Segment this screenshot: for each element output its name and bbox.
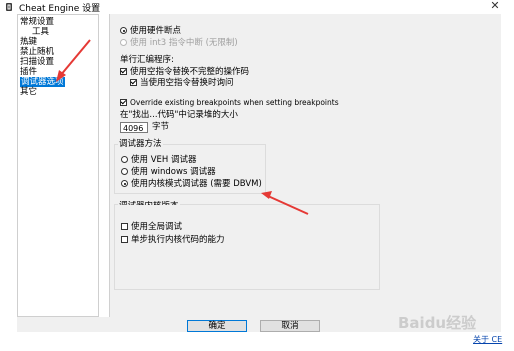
int3-label: 使用 int3 指令中断 (无限制)	[130, 38, 238, 48]
hw-breakpoints-radio[interactable]	[120, 27, 127, 34]
tree-item-hotkeys[interactable]: 热键	[20, 37, 37, 47]
kernel-debugger-radio[interactable]	[121, 180, 128, 187]
kernel-group-title: 调试器内核版本	[118, 201, 180, 205]
veh-debugger-label: 使用 VEH 调试器	[131, 155, 197, 165]
tree-item-tools[interactable]: 工具	[32, 27, 49, 37]
tree-item-general[interactable]: 常规设置	[20, 17, 54, 27]
title-bar: Cheat Engine 设置 ✕	[0, 0, 514, 14]
global-debug-label: 使用全局调试	[131, 222, 183, 232]
kernel-debugger-group: 调试器内核版本 使用全局调试 单步执行内核代码的能力	[114, 201, 380, 290]
override-breakpoints-checkbox[interactable]	[120, 99, 127, 106]
windows-debugger-label: 使用 windows 调试器	[131, 167, 216, 177]
veh-debugger-radio[interactable]	[121, 156, 128, 163]
single-step-heading: 单行汇编程序:	[120, 55, 174, 65]
debugger-method-group: 调试器方法 使用 VEH 调试器 使用 windows 调试器 使用内核模式调试…	[114, 139, 266, 194]
cheat-engine-icon	[6, 3, 12, 11]
kernel-debugger-label: 使用内核模式调试器 (需要 DBVM)	[131, 179, 262, 189]
settings-tree[interactable]: 常规设置 工具 热键 禁止随机 扫描设置 插件 调试器选项 其它	[17, 14, 99, 317]
windows-debugger-radio[interactable]	[121, 168, 128, 175]
hw-breakpoints-label: 使用硬件断点	[130, 26, 182, 36]
debugger-method-title: 调试器方法	[118, 139, 163, 149]
global-debug-checkbox[interactable]	[121, 223, 128, 230]
tree-item-debugger-options[interactable]: 调试器选项	[20, 77, 65, 87]
about-ce-link[interactable]: 关于 CE	[473, 334, 502, 345]
tree-item-plugins[interactable]: 插件	[20, 67, 37, 77]
trace-size-unit: 字节	[152, 122, 170, 132]
replace-incomplete-label: 使用空指令替换不完整的操作码	[130, 67, 250, 77]
ask-on-replace-checkbox[interactable]	[130, 79, 137, 86]
close-button[interactable]: ✕	[488, 0, 502, 13]
ask-on-replace-label: 当使用空指令替换时询问	[140, 78, 234, 88]
ok-button[interactable]: 确定	[187, 320, 247, 332]
settings-window: Cheat Engine 设置 ✕ 常规设置 工具 热键 禁止随机 扫描设置 插…	[0, 0, 514, 351]
debugger-options-panel: 使用硬件断点 使用 int3 指令中断 (无限制) 单行汇编程序: 使用空指令替…	[109, 14, 501, 317]
int3-radio	[120, 39, 127, 46]
trace-size-label: 在"找出...代码"中记录堆的大小	[120, 110, 238, 120]
trace-size-input[interactable]: 4096	[120, 122, 148, 133]
window-title: Cheat Engine 设置	[19, 4, 101, 14]
override-breakpoints-label: Override existing breakpoints when setti…	[130, 98, 339, 107]
kernel-step-label: 单步执行内核代码的能力	[131, 235, 225, 245]
tree-item-unrandomizer[interactable]: 禁止随机	[20, 47, 54, 57]
replace-incomplete-checkbox[interactable]	[120, 68, 127, 75]
baidu-watermark: Baidu经验	[398, 314, 477, 332]
kernel-step-checkbox[interactable]	[121, 236, 128, 243]
cancel-button[interactable]: 取消	[260, 320, 320, 332]
tree-item-scan-settings[interactable]: 扫描设置	[20, 57, 54, 67]
tree-item-extra[interactable]: 其它	[20, 87, 37, 97]
close-icon: ✕	[490, 0, 500, 12]
